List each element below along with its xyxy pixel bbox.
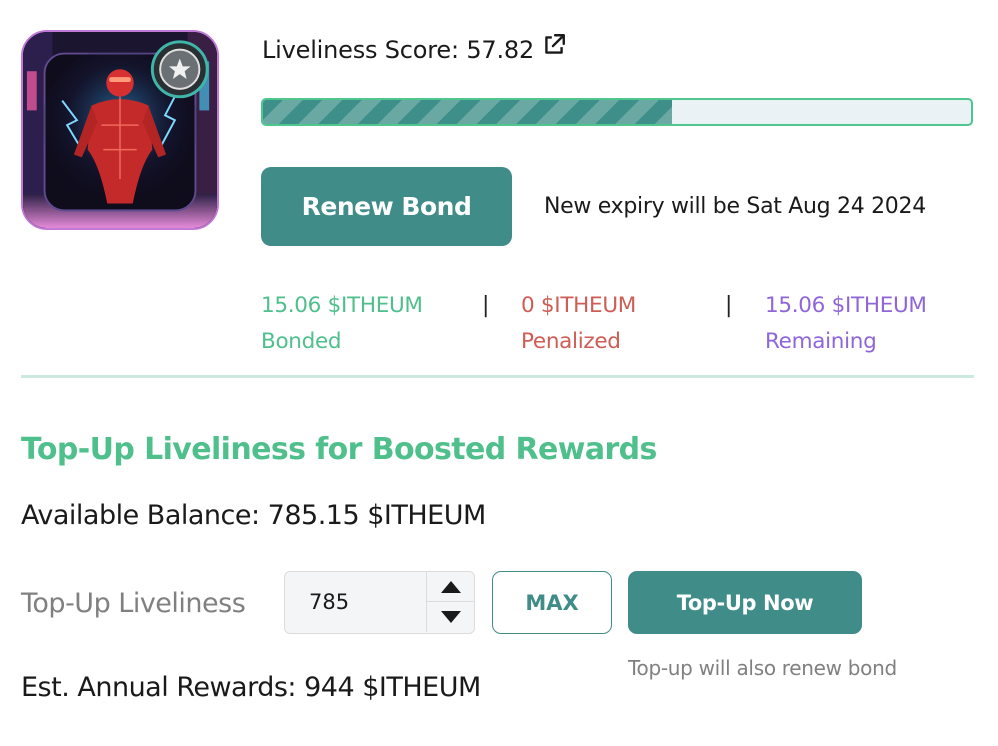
stat-separator: |: [482, 293, 490, 318]
external-link-icon[interactable]: [541, 32, 567, 58]
renew-bond-button[interactable]: Renew Bond: [261, 167, 512, 246]
triangle-up-icon: [440, 580, 461, 593]
triangle-down-icon: [440, 611, 461, 623]
stat-remaining: 15.06 $ITHEUM Remaining: [765, 288, 927, 360]
available-balance: Available Balance: 785.15 $ITHEUM: [21, 500, 486, 531]
topup-section-title: Top-Up Liveliness for Boosted Rewards: [21, 432, 657, 467]
nft-image: [23, 32, 217, 228]
topup-note: Top-up will also renew bond: [628, 656, 897, 680]
remaining-label: Remaining: [765, 329, 877, 354]
topup-amount-field: [284, 571, 475, 634]
topup-amount-input[interactable]: [285, 572, 425, 632]
liveliness-score-label: Liveliness Score:: [262, 36, 459, 64]
penalized-amount: 0 $ITHEUM: [521, 293, 637, 318]
topup-field-label: Top-Up Liveliness: [21, 588, 246, 619]
stepper-decrement-button[interactable]: [427, 602, 474, 632]
max-button[interactable]: MAX: [492, 571, 612, 634]
stat-penalized: 0 $ITHEUM Penalized: [521, 288, 636, 360]
liveliness-progress-bar: [261, 98, 973, 126]
penalized-label: Penalized: [521, 329, 621, 354]
remaining-amount: 15.06 $ITHEUM: [765, 293, 927, 318]
bonded-amount: 15.06 $ITHEUM: [261, 293, 423, 318]
bonded-label: Bonded: [261, 329, 342, 354]
liveliness-score: Liveliness Score: 57.82: [262, 36, 534, 64]
est-annual-rewards: Est. Annual Rewards: 944 $ITHEUM: [21, 672, 481, 703]
stat-separator: |: [725, 293, 733, 318]
liveliness-score-value: 57.82: [466, 36, 535, 64]
new-expiry-text: New expiry will be Sat Aug 24 2024: [544, 194, 926, 219]
section-divider: [21, 375, 974, 378]
nft-thumbnail[interactable]: [21, 30, 219, 230]
liveliness-progress-fill: [263, 100, 673, 124]
quantity-stepper: [426, 572, 474, 632]
stat-bonded: 15.06 $ITHEUM Bonded: [261, 288, 423, 360]
stepper-increment-button[interactable]: [427, 572, 474, 602]
topup-now-button[interactable]: Top-Up Now: [628, 571, 862, 634]
